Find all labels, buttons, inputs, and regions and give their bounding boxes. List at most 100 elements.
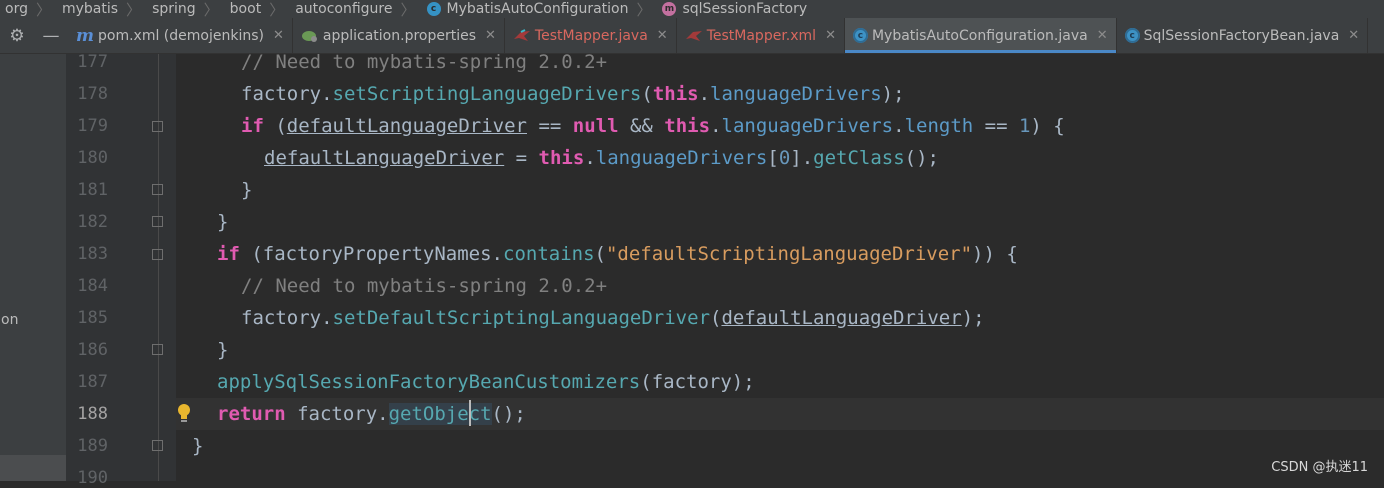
close-icon[interactable]: ✕	[273, 28, 284, 43]
code-line-189[interactable]: }	[192, 430, 203, 462]
code-line-188[interactable]: return factory.getObject();	[217, 398, 526, 430]
mybatis-bird-icon	[685, 29, 703, 43]
fold-collapse-icon[interactable]	[152, 184, 163, 195]
field-token: languageDrivers	[721, 115, 894, 137]
fold-expand-icon[interactable]	[152, 249, 163, 260]
keyword-token: this	[664, 115, 711, 137]
method-token: setDefaultScriptingLanguageDriver	[332, 307, 711, 329]
code-token: );	[881, 83, 905, 105]
field-token: languageDrivers	[710, 83, 882, 105]
fold-guide-line	[158, 54, 159, 481]
lightbulb-icon[interactable]	[176, 402, 192, 424]
close-icon[interactable]: ✕	[485, 28, 496, 43]
keyword-token: if	[241, 115, 264, 137]
code-token: (	[594, 243, 606, 265]
breadcrumb-item-org[interactable]: org	[0, 1, 32, 17]
project-panel-selection	[0, 455, 66, 481]
tab-label: MybatisAutoConfiguration.java	[871, 27, 1088, 44]
close-icon[interactable]: ✕	[1097, 28, 1108, 43]
line-number: 189	[77, 436, 108, 456]
spring-leaf-icon	[301, 29, 319, 43]
maven-icon: m	[76, 25, 94, 46]
line-number: 183	[77, 244, 108, 264]
line-number: 177	[77, 52, 108, 72]
tab-label: SqlSessionFactoryBean.java	[1143, 27, 1340, 44]
code-token: (	[263, 115, 287, 137]
code-token: (	[641, 83, 653, 105]
fold-collapse-icon[interactable]	[152, 216, 163, 227]
close-icon[interactable]: ✕	[657, 28, 668, 43]
code-token: factory.	[241, 307, 333, 329]
code-token: )) {	[972, 243, 1018, 265]
line-number: 190	[77, 468, 108, 488]
line-number-current: 188	[77, 404, 108, 424]
code-token: ].	[790, 147, 814, 169]
tab-label: application.properties	[322, 27, 477, 44]
code-token: [	[767, 147, 779, 169]
code-line-187[interactable]: applySqlSessionFactoryBeanCustomizers(fa…	[217, 366, 755, 398]
code-token: (	[710, 307, 722, 329]
method-token-highlighted: getObject	[388, 403, 492, 425]
tab-sql-session-factory-bean[interactable]: c SqlSessionFactoryBean.java ✕	[1117, 18, 1369, 53]
breadcrumb-label: autoconfigure	[295, 1, 393, 17]
code-token: ==	[527, 115, 573, 137]
code-line-181[interactable]: }	[241, 174, 252, 206]
breadcrumb-label: mybatis	[61, 1, 119, 17]
chevron-right-icon: 〉	[636, 0, 652, 19]
code-token: .	[584, 147, 596, 169]
breadcrumb: org 〉 mybatis 〉 spring 〉 boot 〉 autoconf…	[0, 0, 1384, 18]
field-token: length	[904, 115, 974, 137]
method-icon: m	[662, 2, 677, 16]
line-number: 178	[77, 84, 108, 104]
method-token: contains	[503, 243, 595, 265]
close-icon[interactable]: ✕	[825, 28, 836, 43]
line-number: 184	[77, 276, 108, 296]
chevron-right-icon: 〉	[400, 0, 416, 19]
code-line-182[interactable]: }	[217, 206, 228, 238]
code-line-179[interactable]: if (defaultLanguageDriver == null && thi…	[241, 110, 1065, 142]
close-icon[interactable]: ✕	[1348, 28, 1359, 43]
fold-collapse-icon[interactable]	[152, 344, 163, 355]
minus-icon[interactable]: —	[34, 18, 68, 53]
breadcrumb-item-autoconfigure[interactable]: autoconfigure	[290, 1, 396, 17]
tab-mybatis-auto-configuration[interactable]: c MybatisAutoConfiguration.java ✕	[844, 18, 1117, 53]
code-line-180[interactable]: defaultLanguageDriver = this.languageDri…	[264, 142, 939, 174]
breadcrumb-item-method[interactable]: m sqlSessionFactory	[657, 1, 811, 17]
class-icon: c	[1124, 28, 1140, 43]
breadcrumb-item-boot[interactable]: boot	[225, 1, 266, 17]
tab-testmapper-xml[interactable]: TestMapper.xml ✕	[677, 18, 845, 53]
string-token: "defaultScriptingLanguageDriver"	[605, 243, 973, 265]
fold-collapse-icon[interactable]	[152, 440, 163, 451]
code-line-183[interactable]: if (factoryPropertyNames.contains("defau…	[217, 238, 1018, 270]
code-token: (factoryPropertyNames.	[239, 243, 503, 265]
method-token: applySqlSessionFactoryBeanCustomizers	[217, 371, 641, 393]
code-line-186[interactable]: }	[217, 334, 228, 366]
breadcrumb-item-mybatis[interactable]: mybatis	[57, 1, 122, 17]
code-line-184[interactable]: // Need to mybatis-spring 2.0.2+	[241, 270, 607, 302]
code-token: factory.	[285, 403, 389, 425]
fold-expand-icon[interactable]	[152, 121, 163, 132]
line-number: 181	[77, 180, 108, 200]
code-token: ==	[973, 115, 1019, 137]
code-line-178[interactable]: factory.setScriptingLanguageDrivers(this…	[241, 78, 905, 110]
breadcrumb-item-spring[interactable]: spring	[147, 1, 200, 17]
code-token: .	[710, 115, 722, 137]
code-token: }	[217, 211, 229, 233]
watermark: CSDN @执迷11	[1271, 460, 1368, 475]
breadcrumb-item-class[interactable]: c MybatisAutoConfiguration	[422, 1, 633, 17]
code-token: ) {	[1030, 115, 1065, 137]
tab-label: TestMapper.java	[534, 27, 648, 44]
code-token: &&	[618, 115, 665, 137]
comment: // Need to mybatis-spring 2.0.2+	[241, 51, 608, 73]
project-panel-item[interactable]: on	[1, 312, 18, 328]
line-number: 182	[77, 212, 108, 232]
keyword-token: if	[217, 243, 240, 265]
method-token: getClass	[813, 147, 905, 169]
gear-icon[interactable]: ⚙	[0, 18, 34, 53]
chevron-right-icon: 〉	[203, 0, 219, 19]
line-number: 187	[77, 372, 108, 392]
code-token: }	[241, 179, 253, 201]
code-line-177[interactable]: // Need to mybatis-spring 2.0.2+	[241, 46, 607, 78]
code-token: .	[893, 115, 905, 137]
code-line-185[interactable]: factory.setDefaultScriptingLanguageDrive…	[241, 302, 985, 334]
